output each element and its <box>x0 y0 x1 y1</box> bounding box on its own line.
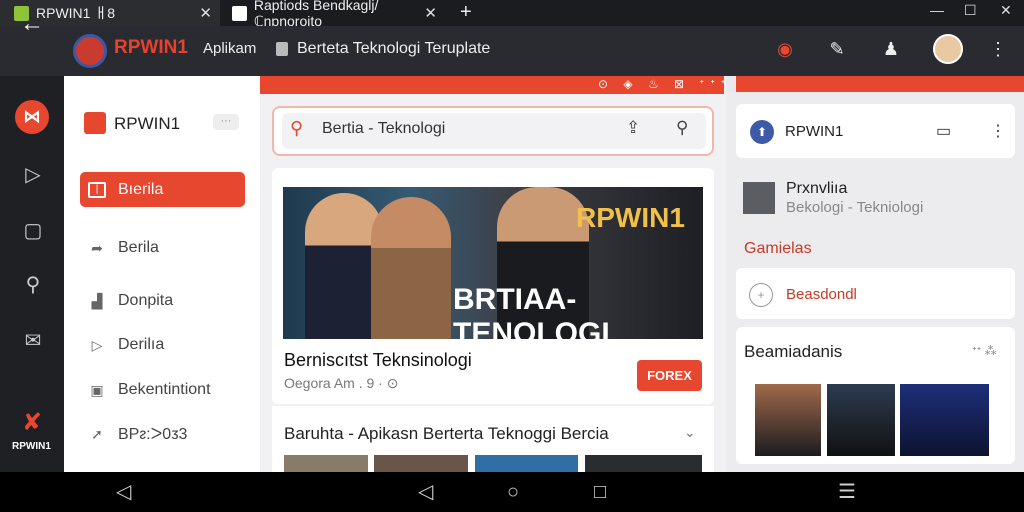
chevron-down-icon[interactable]: ⌄ <box>684 424 696 441</box>
brand-subtitle: Aplikam <box>203 40 257 57</box>
topbar-icons[interactable]: ⊙ ◈ ♨ ⊠ ᐩᐩᐩ <box>598 77 731 91</box>
sidebar-item-label: Derilıa <box>118 336 165 353</box>
section-label[interactable]: Gamielas <box>744 240 812 258</box>
layers-icon <box>84 112 106 134</box>
sidebar-item-label: BPᴤ:ᐳ0ᴣ3 <box>118 426 188 443</box>
sidebar-brand: RPWIN1 <box>114 114 181 133</box>
search-submit-icon[interactable]: ⚲ <box>676 118 688 138</box>
sidebar-item-label: Bekentintiont <box>118 381 211 398</box>
accent-bar-right <box>736 76 1024 92</box>
logo-icon <box>73 34 107 68</box>
back-icon[interactable]: ◁ <box>116 480 131 504</box>
record-icon[interactable]: ◉ <box>772 36 798 62</box>
videos-title: Beamiadanis <box>744 342 843 361</box>
rail-logo-text: RPWIN1 <box>12 441 51 452</box>
maximize-button[interactable]: ☐ <box>964 2 977 19</box>
back-arrow-icon[interactable]: ← <box>20 10 44 38</box>
sidebar <box>64 76 260 472</box>
home-icon[interactable]: ○ <box>507 480 519 504</box>
play-icon[interactable]: ⋈ <box>15 100 49 134</box>
search-icon[interactable]: ⚲ <box>20 272 46 298</box>
news-icon: | <box>88 182 106 198</box>
sidebar-item-bp[interactable]: ➚ BPᴤ:ᐳ0ᴣ3 <box>88 423 187 445</box>
favicon-icon <box>232 5 247 21</box>
chart-icon: ▟ <box>91 293 103 309</box>
search-value[interactable]: Bertia - Teknologi <box>322 120 445 138</box>
notification-icon[interactable]: ♟ <box>878 36 904 62</box>
sidebar-item-label: Bıerila <box>118 181 164 198</box>
tab-label: RPWIN1 ㅐ8 <box>36 5 116 21</box>
channel-subtitle: Bekologi - Tekniologi <box>786 199 924 216</box>
video-thumbnail[interactable] <box>755 384 821 456</box>
sidebar-item-label: Donpita <box>118 292 174 309</box>
share-icon: ➦ <box>91 240 103 256</box>
brand-name: RPWIN1 <box>114 37 188 58</box>
menu-dots-icon[interactable]: ⋮ <box>985 36 1011 62</box>
tab-bar: RPWIN1 ㅐ8 ✕ Raptiods Bendkaglj/ℂnpnoroit… <box>0 0 1024 29</box>
share-icon[interactable]: ⇪ <box>626 118 640 138</box>
sidebar-item-berila[interactable]: ➦ Berila <box>88 237 159 259</box>
videos-count: ᐩᐩ ⁂ <box>972 344 997 358</box>
plus-icon: + <box>749 283 773 307</box>
search-icon: ⚲ <box>290 118 304 138</box>
recents-icon[interactable]: □ <box>594 480 606 504</box>
profile-card <box>736 104 1015 158</box>
back-icon[interactable]: ◁ <box>418 480 433 504</box>
hero-image[interactable]: RPWIN1 BRTIAA-TENOLOGI <box>283 187 703 339</box>
forex-button[interactable]: FOREX <box>637 360 702 391</box>
url-text[interactable]: Berteta Teknologi Teruplate <box>297 40 490 58</box>
action-card-label[interactable]: Beasdondl <box>786 286 857 303</box>
list-thumbnail[interactable] <box>284 455 368 472</box>
sidebar-item-derilia[interactable]: ▷ Derilıa <box>88 334 165 356</box>
sidebar-item-donpita[interactable]: ▟ Donpita <box>88 290 174 312</box>
channel-thumbnail[interactable] <box>743 182 775 214</box>
mail-icon[interactable]: ✉ <box>20 328 46 354</box>
chat-icon[interactable]: ▢ <box>20 218 46 244</box>
video-thumbnail[interactable] <box>827 384 895 456</box>
close-tab-icon[interactable]: ✕ <box>199 4 212 22</box>
profile-name[interactable]: RPWIN1 <box>785 123 843 140</box>
hero-person <box>371 197 451 339</box>
new-tab-button[interactable]: + <box>460 0 472 24</box>
hero-title-main: BRTIAA-TENOLOGI <box>453 283 610 339</box>
rail-logo-icon: ✘ <box>22 409 43 436</box>
message-icon[interactable]: ▭ <box>936 121 951 141</box>
close-tab-icon[interactable]: ✕ <box>424 4 437 22</box>
minimize-button[interactable]: — <box>930 2 944 18</box>
menu-icon[interactable]: ☰ <box>838 480 856 504</box>
hero-title-top: RPWIN1 <box>576 202 685 233</box>
send-icon: ➚ <box>91 426 103 442</box>
more-icon[interactable]: ··· <box>213 114 239 130</box>
lock-icon <box>276 42 288 56</box>
news-title[interactable]: Berniscıtst Teknsinologi <box>284 350 472 371</box>
send-icon[interactable]: ▷ <box>20 162 46 188</box>
list-thumbnail[interactable] <box>585 455 702 472</box>
sidebar-item-bekentintiont[interactable]: ▣ Bekentintiont <box>88 379 211 401</box>
list-thumbnail[interactable] <box>475 455 578 472</box>
more-vertical-icon[interactable]: ⋮ <box>990 121 1006 141</box>
list-thumbnail[interactable] <box>374 455 468 472</box>
image-icon: ▣ <box>90 382 104 398</box>
sidebar-item-berita[interactable]: | Bıerila <box>88 179 163 201</box>
video-icon: ▷ <box>91 337 103 353</box>
action-card[interactable] <box>736 268 1015 319</box>
tab-second[interactable]: Raptiods Bendkaglj/ℂnpnoroito ✕ <box>220 0 445 29</box>
list-title[interactable]: Baruhta - Apikasn Berterta Teknoɡgi Berc… <box>284 424 609 444</box>
sidebar-item-label: Berila <box>118 239 159 256</box>
close-window-button[interactable]: ✕ <box>1000 2 1012 19</box>
edit-icon[interactable]: ✎ <box>824 36 850 62</box>
avatar[interactable] <box>933 34 963 64</box>
news-meta: Oegora Am . 9 · ⊙ <box>284 375 399 391</box>
channel-name[interactable]: Prxnvliıa <box>786 180 847 198</box>
profile-icon: ⬆ <box>750 120 774 144</box>
video-thumbnail[interactable] <box>900 384 989 456</box>
